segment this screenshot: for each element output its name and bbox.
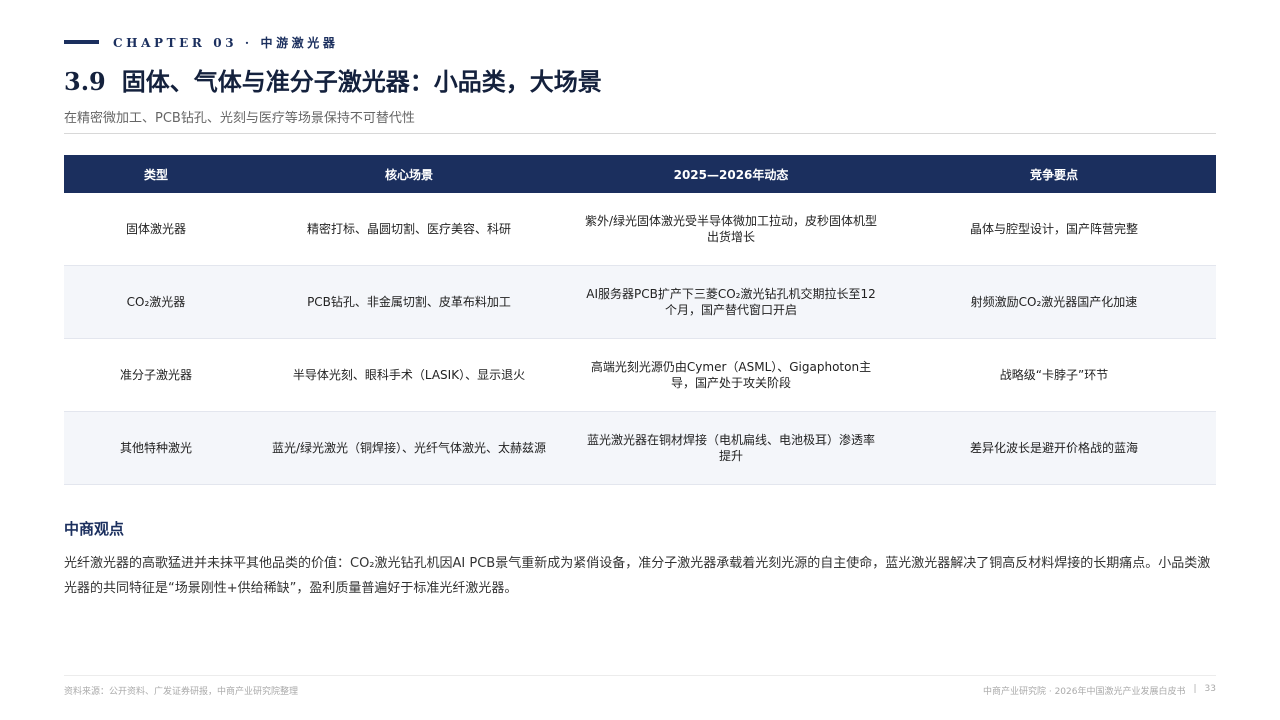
page-number: 33: [1204, 684, 1216, 694]
chapter-marker: CHAPTER 03 · 中游激光器: [64, 34, 338, 50]
column-header: 核心场景: [248, 155, 570, 193]
table-cell: AI服务器PCB扩产下三菱CO₂激光钻孔机交期拉长至12个月，国产替代窗口开启: [570, 265, 892, 339]
insight-paragraph: 光纤激光器的高歌猛进并未抹平其他品类的价值：CO₂激光钻孔机因AI PCB景气重…: [64, 556, 1211, 596]
header-divider: [64, 133, 1216, 134]
footer-divider: [64, 675, 1216, 676]
table-header-row: 类型 核心场景 2025—2026年动态 竞争要点: [64, 155, 1216, 193]
table-cell: 蓝光/绿光激光（铜焊接）、光纤气体激光、太赫兹源: [248, 411, 570, 485]
table-cell: 战略级“卡脖子”环节: [892, 338, 1216, 412]
source-note: 资料来源：公开资料、广发证券研报，中商产业研究院整理: [64, 687, 299, 697]
footer-separator: |: [1193, 684, 1197, 694]
table-cell: 精密打标、晶圆切割、医疗美容、科研: [248, 193, 570, 266]
table-row: 其他特种激光 蓝光/绿光激光（铜焊接）、光纤气体激光、太赫兹源 蓝光激光器在铜材…: [64, 411, 1216, 485]
table-cell: 固体激光器: [64, 193, 248, 266]
column-header: 2025—2026年动态: [570, 155, 892, 193]
table-cell: CO₂激光器: [64, 265, 248, 339]
section-number: 3.9: [64, 67, 106, 96]
table-cell: 高端光刻光源仍由Cymer（ASML）、Gigaphoton主导，国产处于攻关阶…: [570, 338, 892, 412]
section-title: 固体、气体与准分子激光器：小品类，大场景: [121, 67, 602, 96]
insight-heading: 中商观点: [64, 520, 125, 538]
page-subtitle: 在精密微加工、PCB钻孔、光刻与医疗等场景保持不可替代性: [64, 111, 415, 126]
table-row: CO₂激光器 PCB钻孔、非金属切割、皮革布料加工 AI服务器PCB扩产下三菱C…: [64, 265, 1216, 339]
publication-name: 中商产业研究院 · 2026年中国激光产业发展白皮书: [983, 687, 1186, 697]
table-cell: 准分子激光器: [64, 338, 248, 412]
table-row: 准分子激光器 半导体光刻、眼科手术（LASIK）、显示退火 高端光刻光源仍由Cy…: [64, 338, 1216, 412]
table-row: 固体激光器 精密打标、晶圆切割、医疗美容、科研 紫外/绿光固体激光受半导体微加工…: [64, 193, 1216, 266]
table-cell: 紫外/绿光固体激光受半导体微加工拉动，皮秒固体机型出货增长: [570, 193, 892, 266]
page-title: 3.9 固体、气体与准分子激光器：小品类，大场景: [64, 62, 602, 97]
table-cell: 蓝光激光器在铜材焊接（电机扁线、电池极耳）渗透率提升: [570, 411, 892, 485]
laser-types-table: 类型 核心场景 2025—2026年动态 竞争要点 固体激光器 精密打标、晶圆切…: [64, 155, 1216, 485]
footer-meta: 中商产业研究院 · 2026年中国激光产业发展白皮书 | 33: [983, 684, 1216, 697]
table-cell: 其他特种激光: [64, 411, 248, 485]
column-header: 竞争要点: [892, 155, 1216, 193]
table-cell: PCB钻孔、非金属切割、皮革布料加工: [248, 265, 570, 339]
table-cell: 差异化波长是避开价格战的蓝海: [892, 411, 1216, 485]
chapter-accent-bar: [64, 40, 99, 44]
table-cell: 半导体光刻、眼科手术（LASIK）、显示退火: [248, 338, 570, 412]
table-cell: 射频激励CO₂激光器国产化加速: [892, 265, 1216, 339]
column-header: 类型: [64, 155, 248, 193]
chapter-label: CHAPTER 03 · 中游激光器: [113, 35, 339, 50]
table-cell: 晶体与腔型设计，国产阵营完整: [892, 193, 1216, 266]
